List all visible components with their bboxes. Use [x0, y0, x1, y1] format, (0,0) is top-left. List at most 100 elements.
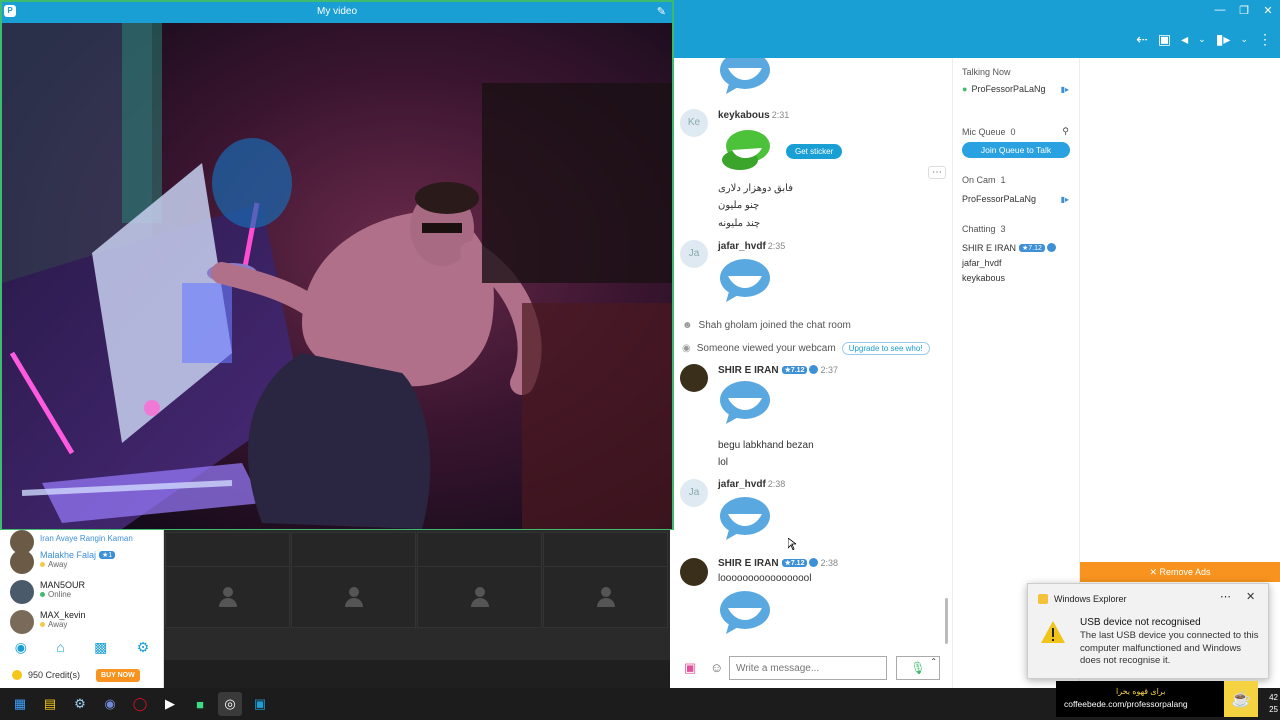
app-icon[interactable]: ◎	[218, 692, 242, 716]
avatar[interactable]: Ke	[680, 109, 708, 137]
avatar[interactable]: Ja	[680, 240, 708, 268]
file-explorer-icon[interactable]: ▤	[38, 692, 62, 716]
steam-icon[interactable]: ⚙	[68, 692, 92, 716]
chevron-down-icon[interactable]: ⌄	[1240, 30, 1248, 48]
avatar[interactable]	[680, 364, 708, 392]
search-icon[interactable]: ⚲	[1062, 126, 1069, 137]
camera-icon[interactable]: ▮▸	[1216, 30, 1231, 48]
talking-user[interactable]: ● ProFessorPaLaNg	[962, 84, 1045, 94]
folder-icon	[1038, 594, 1048, 604]
grid-footer	[164, 660, 670, 688]
media-player-icon[interactable]: ▶	[158, 692, 182, 716]
android-icon[interactable]: ■	[188, 692, 212, 716]
windows-icon[interactable]: ▦	[8, 692, 32, 716]
message-author[interactable]: jafar_hvdf	[718, 241, 766, 252]
chatting-count: 3	[1000, 224, 1006, 234]
chevron-down-icon[interactable]: ⌄	[1198, 30, 1206, 48]
user-placeholder-icon	[470, 587, 489, 607]
notification-toast[interactable]: Windows Explorer ⋯ ✕ USB device not reco…	[1027, 583, 1269, 679]
video-window-title: My video	[316, 6, 357, 17]
paltalk-icon[interactable]: ▣	[248, 692, 272, 716]
on-cam-label: On Cam	[962, 175, 996, 185]
coffee-cup-icon: ☕	[1224, 681, 1258, 717]
microphone-icon: ●	[962, 84, 968, 94]
credits-label: 950 Credit(s)	[28, 670, 81, 680]
microphone-icon: 🎙	[910, 661, 926, 675]
chevron-up-icon[interactable]: ⌃	[930, 657, 937, 666]
message-header: keykabous 2:31	[718, 110, 789, 121]
chatting-user[interactable]: keykabous	[962, 273, 1005, 283]
cam-grid	[164, 528, 670, 660]
gift-icon[interactable]: ▣	[1158, 30, 1171, 48]
message-input[interactable]	[729, 656, 887, 680]
list-item-name: MAX_kevin	[40, 610, 86, 620]
more-options-icon[interactable]: ⋯	[928, 166, 946, 179]
system-clock[interactable]: 42 25	[1269, 692, 1278, 716]
message-author[interactable]: SHIR E IRAN	[718, 365, 779, 376]
chatting-user[interactable]: jafar_hvdf	[962, 258, 1002, 268]
message-header: SHIR E IRAN ★7.12 2:37	[718, 365, 838, 376]
chart-icon[interactable]: ▩	[94, 639, 107, 656]
green-laughing-sticker	[722, 130, 770, 170]
webcam-video	[2, 23, 672, 529]
chat-scrollbar[interactable]	[945, 598, 948, 644]
user-icon: ☻	[682, 320, 693, 331]
status-dot	[40, 622, 45, 627]
donation-url: coffeebede.com/professorpalang	[1064, 699, 1188, 709]
message-author[interactable]: SHIR E IRAN	[718, 558, 779, 569]
close-icon[interactable]: ✕	[1256, 0, 1280, 20]
close-icon[interactable]: ✕	[1246, 590, 1255, 603]
remove-ads-button[interactable]: ✕ Remove Ads	[1080, 562, 1280, 582]
more-icon[interactable]: ⋯	[1220, 590, 1231, 603]
donation-text: برای قهوه بخرا	[1116, 687, 1166, 696]
message-text: begu labkhand bezan	[718, 440, 814, 451]
user-placeholder-icon	[596, 587, 615, 607]
level-badge: ★7.12	[1019, 244, 1045, 252]
home-icon[interactable]: ⌂	[56, 639, 64, 655]
mic-button[interactable]: 🎙 ⌃	[896, 656, 940, 680]
message-time: 2:38	[767, 479, 786, 489]
emoji-icon[interactable]: ☺	[710, 660, 723, 675]
bottom-nav: ◉ ⌂ ▩ ⚙	[0, 634, 164, 660]
list-item[interactable]: MAN5OUR Online	[10, 580, 85, 604]
opera-icon[interactable]: ◯	[128, 692, 152, 716]
message-author[interactable]: jafar_hvdf	[718, 479, 766, 490]
list-item[interactable]: MAX_kevin Away	[10, 610, 86, 634]
webcam-video-frame	[2, 23, 672, 529]
cam-slot[interactable]	[543, 566, 668, 628]
on-cam-user[interactable]: ProFessorPaLaNg	[962, 194, 1036, 204]
minimize-icon[interactable]: —	[1208, 0, 1232, 20]
discord-icon[interactable]: ◉	[98, 692, 122, 716]
get-sticker-button[interactable]: Get sticker	[786, 144, 843, 159]
chatting-user-name: SHIR E IRAN	[962, 243, 1017, 253]
laughing-sticker	[720, 259, 770, 302]
share-icon[interactable]: ⇠	[1136, 30, 1148, 48]
megaphone-icon[interactable]: ◂	[1181, 30, 1188, 48]
talking-now-heading: Talking Now	[962, 67, 1011, 77]
window-controls: — ❐ ✕	[1208, 0, 1280, 20]
compass-icon[interactable]: ◉	[15, 639, 27, 656]
restore-icon[interactable]: ❐	[1232, 0, 1256, 20]
buy-now-button[interactable]: BUY NOW	[96, 668, 140, 682]
more-icon[interactable]: ⋮	[1258, 30, 1272, 48]
cam-slot[interactable]	[291, 566, 416, 628]
cam-slot[interactable]	[165, 566, 290, 628]
chatting-user[interactable]: SHIR E IRAN ★7.12	[962, 243, 1056, 253]
laughing-sticker	[720, 591, 770, 634]
cam-slot[interactable]	[417, 566, 542, 628]
settings-icon[interactable]: ⚙	[137, 639, 150, 656]
message-author[interactable]: keykabous	[718, 110, 770, 121]
message-text: چنو ملیون	[718, 200, 760, 211]
verified-icon	[809, 558, 819, 567]
donation-overlay: برای قهوه بخرا coffeebede.com/professorp…	[1056, 681, 1224, 717]
join-queue-button[interactable]: Join Queue to Talk	[962, 142, 1070, 158]
list-item[interactable]: Malakhe Falaj ★1 Away	[10, 550, 116, 574]
edit-icon[interactable]: ✎	[657, 5, 666, 18]
gift-icon[interactable]: ▣	[684, 660, 696, 676]
avatar[interactable]	[680, 558, 708, 586]
avatar[interactable]: Ja	[680, 479, 708, 507]
my-video-window[interactable]: P My video ✎	[0, 0, 674, 530]
upgrade-button[interactable]: Upgrade to see who!	[841, 342, 930, 355]
clock-date: 25	[1269, 705, 1278, 714]
message-time: 2:35	[767, 241, 786, 251]
